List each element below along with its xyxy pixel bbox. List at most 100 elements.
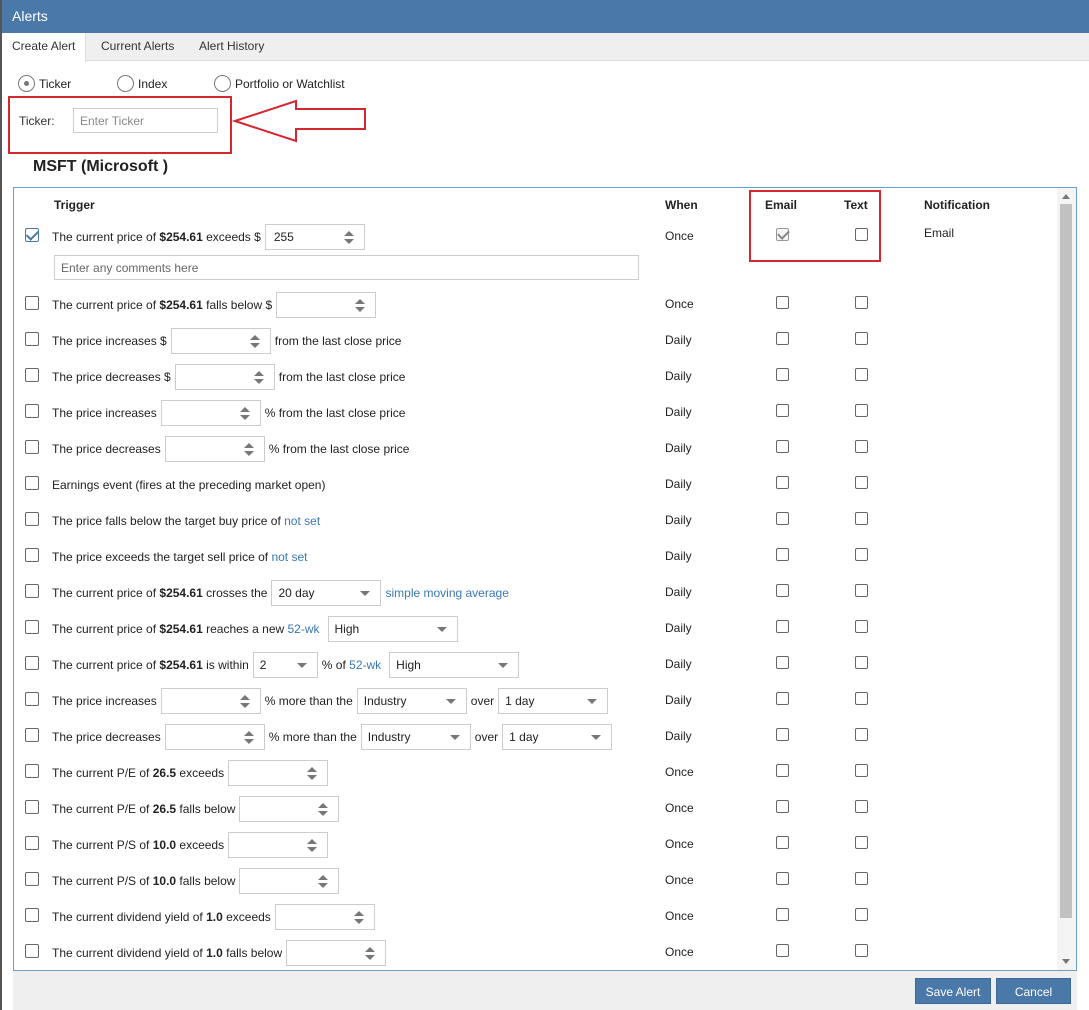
number-stepper[interactable] [274,903,375,930]
text-checkbox[interactable] [855,228,868,241]
dropdown-select[interactable]: 20 day [271,579,382,606]
trigger-checkbox[interactable] [25,944,39,958]
stepper-up-icon[interactable] [343,230,354,236]
save-alert-button[interactable]: Save Alert [915,978,991,1004]
text-checkbox[interactable] [855,548,868,561]
text-checkbox[interactable] [855,512,868,525]
email-checkbox[interactable] [776,368,789,381]
text-checkbox[interactable] [855,368,868,381]
text-checkbox[interactable] [855,584,868,597]
trigger-checkbox[interactable] [25,296,39,310]
trigger-link[interactable]: simple moving average [385,575,508,611]
trigger-checkbox[interactable] [25,764,39,778]
text-checkbox[interactable] [855,944,868,957]
number-stepper[interactable]: 255 [264,223,365,250]
trigger-checkbox[interactable] [25,872,39,886]
email-checkbox[interactable] [776,800,789,813]
stepper-up-icon[interactable] [253,370,264,376]
stepper-down-icon[interactable] [249,342,260,348]
stepper-down-icon[interactable] [307,846,318,852]
number-stepper[interactable] [164,435,265,462]
trigger-checkbox[interactable] [25,620,39,634]
dropdown-select[interactable]: 1 day [498,687,609,714]
trigger-checkbox[interactable] [25,440,39,454]
text-checkbox[interactable] [855,656,868,669]
email-checkbox[interactable] [776,228,789,241]
text-checkbox[interactable] [855,908,868,921]
vertical-scrollbar[interactable] [1057,188,1076,970]
stepper-down-icon[interactable] [307,774,318,780]
text-checkbox[interactable] [855,836,868,849]
trigger-link[interactable]: not set [284,503,320,539]
stepper-up-icon[interactable] [318,874,329,880]
number-stepper[interactable] [170,327,271,354]
dropdown-select[interactable]: 2 [252,651,318,678]
trigger-checkbox[interactable] [25,908,39,922]
email-checkbox[interactable] [776,404,789,417]
dropdown-select[interactable]: High [327,615,458,642]
stepper-down-icon[interactable] [239,414,250,420]
email-checkbox[interactable] [776,548,789,561]
stepper-up-icon[interactable] [318,802,329,808]
email-checkbox[interactable] [776,728,789,741]
trigger-checkbox[interactable] [25,836,39,850]
text-checkbox[interactable] [855,728,868,741]
trigger-checkbox[interactable] [25,692,39,706]
trigger-link[interactable]: 52-wk [349,647,381,683]
stepper-up-icon[interactable] [355,298,366,304]
comment-input[interactable] [54,255,639,280]
text-checkbox[interactable] [855,476,868,489]
dropdown-select[interactable]: Industry [356,687,467,714]
stepper-up-icon[interactable] [243,442,254,448]
trigger-checkbox[interactable] [25,512,39,526]
number-stepper[interactable] [164,723,265,750]
email-checkbox[interactable] [776,872,789,885]
stepper-down-icon[interactable] [253,378,264,384]
stepper-down-icon[interactable] [243,738,254,744]
trigger-checkbox[interactable] [25,584,39,598]
trigger-link[interactable]: 52-wk [288,611,320,647]
text-checkbox[interactable] [855,692,868,705]
trigger-checkbox[interactable] [25,656,39,670]
ticker-input[interactable] [73,108,218,133]
number-stepper[interactable] [160,399,261,426]
email-checkbox[interactable] [776,692,789,705]
trigger-checkbox[interactable] [25,228,39,242]
stepper-down-icon[interactable] [355,306,366,312]
number-stepper[interactable] [160,687,261,714]
text-checkbox[interactable] [855,800,868,813]
scroll-down-icon[interactable] [1062,959,1070,964]
stepper-down-icon[interactable] [343,238,354,244]
stepper-up-icon[interactable] [307,838,318,844]
stepper-up-icon[interactable] [239,406,250,412]
email-checkbox[interactable] [776,944,789,957]
scroll-up-icon[interactable] [1062,194,1070,199]
trigger-checkbox[interactable] [25,476,39,490]
stepper-down-icon[interactable] [318,810,329,816]
email-checkbox[interactable] [776,656,789,669]
number-stepper[interactable] [239,795,340,822]
scroll-thumb[interactable] [1060,204,1072,918]
tab-alert-history[interactable]: Alert History [189,33,274,61]
email-checkbox[interactable] [776,476,789,489]
number-stepper[interactable] [276,291,377,318]
email-checkbox[interactable] [776,332,789,345]
text-checkbox[interactable] [855,764,868,777]
email-checkbox[interactable] [776,620,789,633]
number-stepper[interactable] [286,939,387,966]
stepper-down-icon[interactable] [353,918,364,924]
trigger-checkbox[interactable] [25,728,39,742]
email-checkbox[interactable] [776,584,789,597]
email-checkbox[interactable] [776,440,789,453]
stepper-up-icon[interactable] [353,910,364,916]
trigger-checkbox[interactable] [25,404,39,418]
text-checkbox[interactable] [855,296,868,309]
email-checkbox[interactable] [776,836,789,849]
stepper-up-icon[interactable] [243,730,254,736]
tab-create-alert[interactable]: Create Alert [2,33,87,62]
trigger-checkbox[interactable] [25,368,39,382]
text-checkbox[interactable] [855,872,868,885]
text-checkbox[interactable] [855,620,868,633]
trigger-checkbox[interactable] [25,548,39,562]
stepper-down-icon[interactable] [239,702,250,708]
